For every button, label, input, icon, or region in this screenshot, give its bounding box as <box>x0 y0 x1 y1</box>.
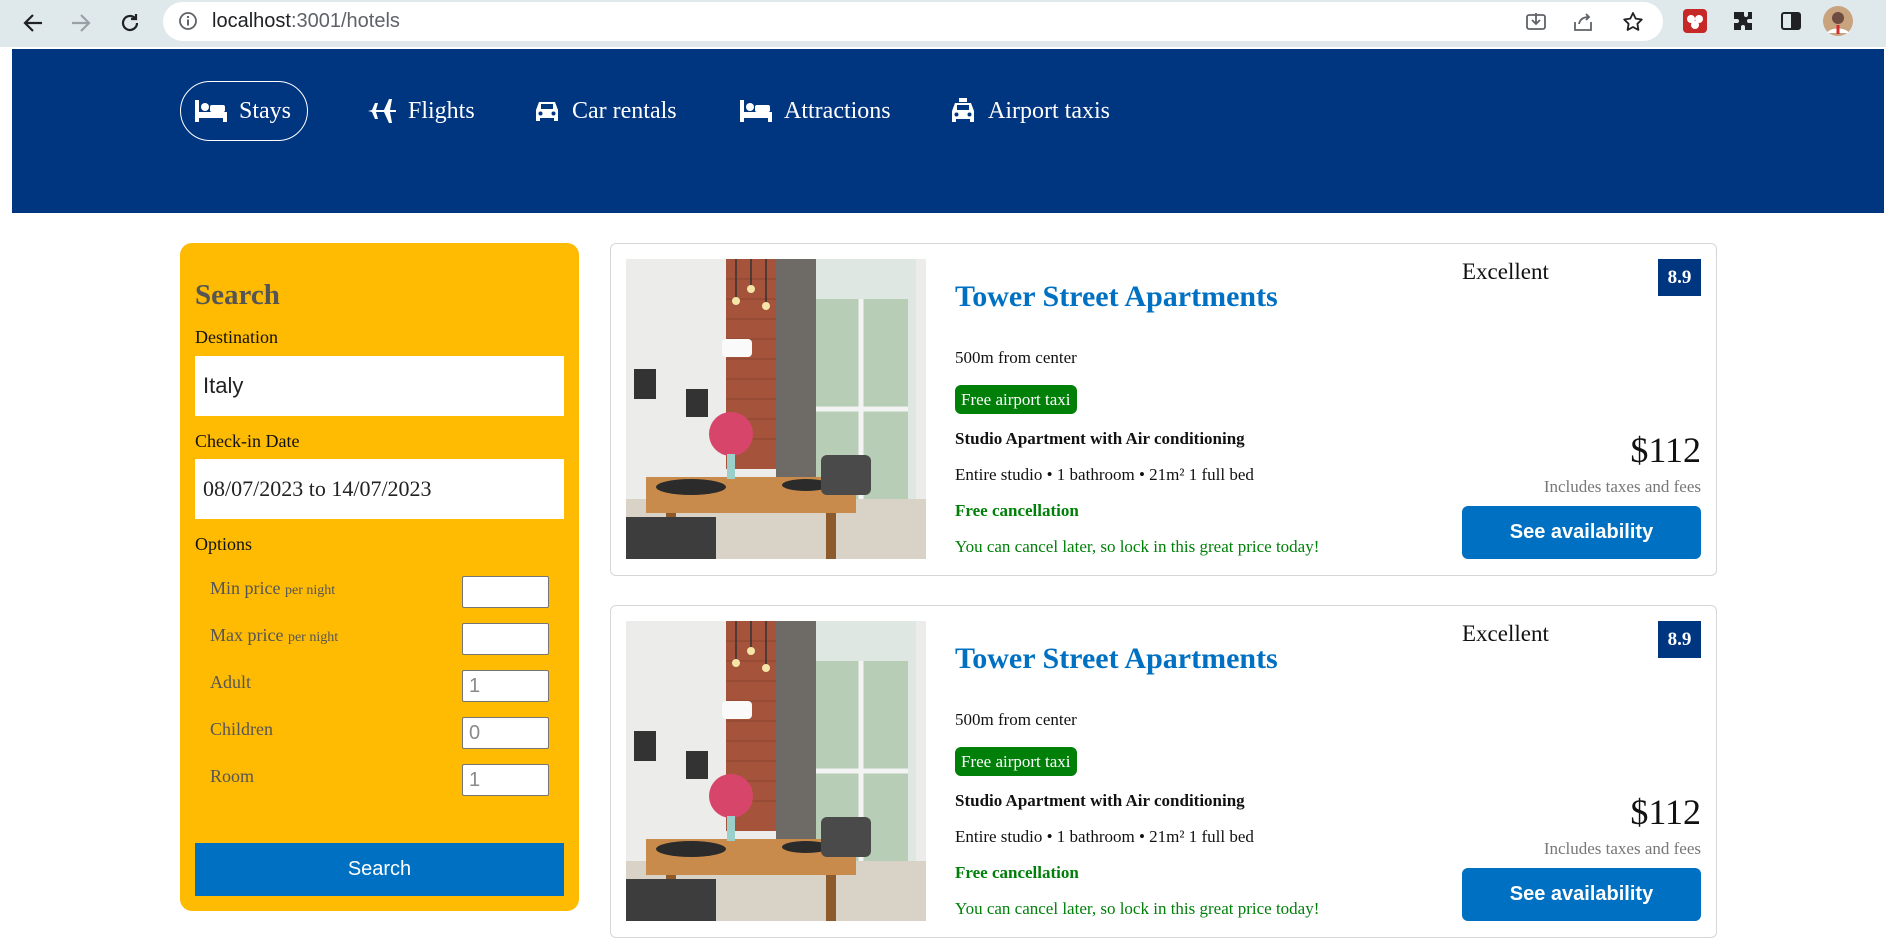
min-price-input[interactable] <box>462 576 549 608</box>
install-app-icon[interactable] <box>1521 8 1551 36</box>
nav-item-stays[interactable]: Stays <box>180 81 309 141</box>
destination-input[interactable]: Italy <box>195 356 564 416</box>
back-arrow-icon <box>23 14 42 32</box>
min-price-label: Min price per night <box>210 578 336 598</box>
reload-icon <box>121 14 139 32</box>
room-input[interactable]: 1 <box>462 764 549 796</box>
nav-label: Car rentals <box>572 97 677 124</box>
back-button[interactable] <box>16 6 50 40</box>
options-label: Options <box>195 534 253 554</box>
cancel-title: Free cancellation <box>955 501 1079 520</box>
address-bar[interactable]: localhost:3001/hotels <box>163 2 1663 41</box>
children-input[interactable]: 0 <box>462 717 549 749</box>
hotel-name-link[interactable]: Tower Street Apartments <box>955 280 1278 314</box>
extensions-puzzle-icon[interactable] <box>1728 6 1758 36</box>
bed-icon <box>740 100 772 122</box>
profile-avatar[interactable] <box>1823 6 1853 36</box>
see-availability-button[interactable]: See availability <box>1462 506 1701 559</box>
hotel-photo[interactable] <box>626 621 926 921</box>
cancel-subtitle: You can cancel later, so lock in this gr… <box>955 899 1320 918</box>
price-text: $112 <box>1630 792 1701 832</box>
rating-badge: 8.9 <box>1658 259 1701 296</box>
forward-arrow-icon <box>72 14 91 32</box>
nav-item-car-rentals[interactable]: Car rentals <box>534 81 677 141</box>
room-features: Entire studio • 1 bathroom • 21m² 1 full… <box>955 827 1254 846</box>
destination-label: Destination <box>195 327 278 347</box>
search-panel: Search Destination Italy Check-in Date 0… <box>180 243 579 911</box>
cancel-title: Free cancellation <box>955 863 1079 882</box>
room-title: Studio Apartment with Air conditioning <box>955 429 1245 448</box>
side-panel-icon[interactable] <box>1776 6 1806 36</box>
room-label: Room <box>210 766 255 786</box>
nav-label: Flights <box>408 97 475 124</box>
browser-toolbar: localhost:3001/hotels <box>0 0 1886 47</box>
site-header: Stays Flights Car rentals Attractions Ai… <box>12 49 1884 213</box>
taxi-badge: Free airport taxi <box>955 747 1077 776</box>
taxi-icon <box>950 98 976 124</box>
adult-label: Adult <box>210 672 252 692</box>
price-text: $112 <box>1630 430 1701 470</box>
distance-text: 500m from center <box>955 710 1077 729</box>
nav-label: Stays <box>239 97 292 124</box>
tax-note: Includes taxes and fees <box>1543 839 1701 858</box>
nav-item-attractions[interactable]: Attractions <box>740 81 891 141</box>
car-icon <box>534 99 560 123</box>
plane-icon <box>368 98 396 124</box>
bookmark-star-icon[interactable] <box>1618 8 1648 36</box>
forward-button[interactable] <box>64 6 98 40</box>
room-features: Entire studio • 1 bathroom • 21m² 1 full… <box>955 465 1254 484</box>
share-icon[interactable] <box>1568 8 1598 36</box>
distance-text: 500m from center <box>955 348 1077 367</box>
see-availability-button[interactable]: See availability <box>1462 868 1701 921</box>
search-button[interactable]: Search <box>195 843 564 896</box>
rating-badge: 8.9 <box>1658 621 1701 658</box>
children-label: Children <box>210 719 273 739</box>
nav-label: Attractions <box>784 97 891 124</box>
rating-text: Excellent <box>1462 259 1549 284</box>
hotel-photo[interactable] <box>626 259 926 559</box>
search-result-card: Tower Street Apartments 500m from center… <box>610 605 1717 938</box>
hotel-name-link[interactable]: Tower Street Apartments <box>955 642 1278 676</box>
taxi-badge: Free airport taxi <box>955 385 1077 414</box>
extension-icon[interactable] <box>1680 6 1710 36</box>
checkin-date-input[interactable]: 08/07/2023 to 14/07/2023 <box>195 459 564 519</box>
nav-label: Airport taxis <box>988 97 1110 124</box>
checkin-label: Check-in Date <box>195 431 300 451</box>
room-title: Studio Apartment with Air conditioning <box>955 791 1245 810</box>
max-price-input[interactable] <box>462 623 549 655</box>
max-price-label: Max price per night <box>210 625 339 645</box>
rating-text: Excellent <box>1462 621 1549 646</box>
tax-note: Includes taxes and fees <box>1543 477 1701 496</box>
url-text: localhost:3001/hotels <box>212 10 400 32</box>
site-info-icon[interactable] <box>178 11 198 36</box>
cancel-subtitle: You can cancel later, so lock in this gr… <box>955 537 1320 556</box>
search-title: Search <box>195 279 280 311</box>
search-result-card: Tower Street Apartments 500m from center… <box>610 243 1717 576</box>
bed-icon <box>195 100 227 122</box>
nav-item-airport-taxis[interactable]: Airport taxis <box>950 81 1110 141</box>
adult-input[interactable]: 1 <box>462 670 549 702</box>
nav-item-flights[interactable]: Flights <box>368 81 475 141</box>
reload-button[interactable] <box>113 6 147 40</box>
